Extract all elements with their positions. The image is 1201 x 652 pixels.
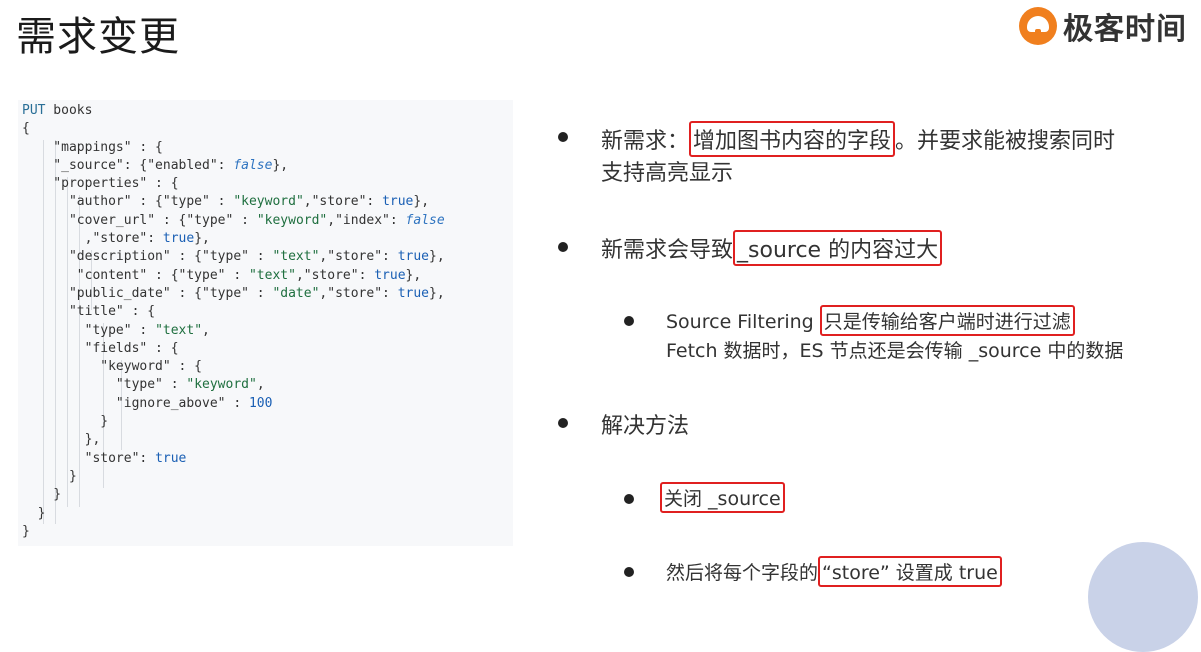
bullet-6: 然后将每个字段的 “store” 设置成 true <box>666 556 1002 587</box>
logo-icon <box>1019 7 1057 45</box>
bullet-2: 新需求会导致 _source 的内容过大 <box>601 230 943 266</box>
bullet-5-highlight: 关闭 _source <box>660 482 785 513</box>
code-line: "ignore_above" : 100 <box>22 395 273 411</box>
code-line: } <box>100 414 109 430</box>
bullet-6-highlight: “store” 设置成 true <box>818 556 1002 587</box>
code-line: } <box>53 487 62 503</box>
bullet-dot <box>558 242 568 252</box>
bullet-2-prefix: 新需求会导致 <box>601 238 734 263</box>
bullet-3-line2: Fetch 数据时，ES 节点还是会传输 _source 中的数据 <box>666 340 1124 362</box>
code-line: ,"store": true}, <box>22 231 210 247</box>
sub-bullet-dot <box>624 494 634 504</box>
bullet-1-highlight: 增加图书内容的字段 <box>689 121 896 157</box>
code-content: PUT books { "mappings" : { "_source": {"… <box>22 102 445 541</box>
code-line: { <box>22 121 30 137</box>
bullet-3-prefix: Source Filtering <box>666 311 820 333</box>
code-block: PUT books { "mappings" : { "_source": {"… <box>18 100 513 546</box>
code-line: "description" : {"type" : "text","store"… <box>22 249 445 265</box>
code-line: PUT books <box>22 103 93 118</box>
code-line: "type" : "keyword", <box>22 377 265 393</box>
bullet-3-highlight: 只是传输给客户端时进行过滤 <box>819 305 1075 336</box>
code-line: "public_date" : {"type" : "date","store"… <box>22 285 445 301</box>
code-line: } <box>68 468 77 484</box>
presenter-avatar <box>1088 542 1198 652</box>
bullet-5: 关闭 _source <box>660 482 785 513</box>
code-line: "keyword" : { <box>100 359 203 375</box>
bullet-2-highlight: _source 的内容过大 <box>733 230 943 266</box>
sub-bullet-dot <box>624 316 634 326</box>
code-line: "author" : {"type" : "keyword","store": … <box>22 194 430 210</box>
code-line: "store": true <box>22 450 187 466</box>
code-line: "fields" : { <box>84 340 179 356</box>
bullet-dot <box>558 418 568 428</box>
code-line: "properties" : { <box>53 176 179 192</box>
bullet-4: 解决方法 <box>601 414 690 439</box>
sub-bullet-dot <box>624 567 634 577</box>
bullet-1: 新需求： 增加图书内容的字段 。并要求能被搜索同时 <box>601 121 1115 157</box>
bullet-1-prefix: 新需求： <box>601 129 690 154</box>
bullet-1-suffix: 。并要求能被搜索同时 <box>895 129 1116 154</box>
bullet-dot <box>558 132 568 142</box>
code-line: "cover_url" : {"type" : "keyword","index… <box>22 212 445 228</box>
logo-text: 极客时间 <box>1063 12 1187 47</box>
slide-title: 需求变更 <box>16 14 180 60</box>
brand-logo: 极客时间 <box>1019 4 1187 48</box>
code-line: } <box>37 505 46 521</box>
code-line: "mappings" : { <box>53 139 163 155</box>
bullet-6-prefix: 然后将每个字段的 <box>666 562 819 584</box>
code-line: "title" : { <box>68 304 156 320</box>
bullet-1-line2: 支持高亮显示 <box>601 161 734 186</box>
bullet-3: Source Filtering 只是传输给客户端时进行过滤 <box>666 305 1075 336</box>
code-line: } <box>22 523 30 539</box>
code-line: "_source": {"enabled": false}, <box>22 157 289 173</box>
code-line: "type" : "text", <box>22 322 210 338</box>
code-line: }, <box>84 432 101 448</box>
code-line: "content" : {"type" : "text","store": tr… <box>22 267 422 283</box>
